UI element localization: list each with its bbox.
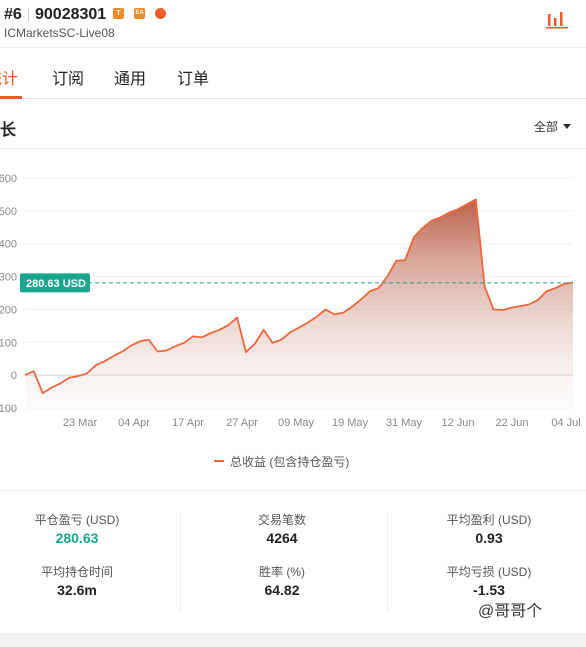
legend-swatch <box>214 460 224 462</box>
chevron-down-icon <box>563 124 572 129</box>
watermark: @哥哥个 <box>478 603 543 620</box>
y-tick-label: 500 <box>0 206 17 218</box>
chart-toggle-icon[interactable] <box>545 10 569 30</box>
y-tick-label: 400 <box>0 239 17 251</box>
growth-chart: 600 500 400 300 200 100 0 -100 23 Mar 04 Apr 17 A… <box>0 173 581 429</box>
footer-bar <box>0 633 586 647</box>
x-tick-label: 19 May <box>332 417 369 429</box>
stat-label-trades: 交易笔数 <box>257 513 306 527</box>
x-tick-label: 12 Jun <box>441 417 474 429</box>
x-tick-label: 09 May <box>278 417 315 429</box>
trader-badge-icon: T <box>113 8 124 19</box>
y-tick-label: 0 <box>11 370 17 382</box>
stat-label-avg-hold: 平均持仓时间 <box>40 565 113 579</box>
stat-value-avg-profit: 0.93 <box>475 530 503 546</box>
x-axis: 23 Mar 04 Apr 17 Apr 27 Apr 09 May 19 May 31 M… <box>63 417 581 429</box>
stats-divider <box>180 513 181 613</box>
tab-bar: 统计 订阅 通用 订单 <box>0 48 586 99</box>
chart-legend: 总收益 (包含持仓盈亏) <box>214 453 349 470</box>
x-tick-label: 31 May <box>386 417 423 429</box>
stats-divider <box>387 513 388 613</box>
legend-label: 总收益 (包含持仓盈亏) <box>230 455 350 469</box>
account-header: #6 90028301 T EA ICMarketsSC-Live08 <box>0 0 586 48</box>
stat-label-avg-profit: 平均盈利 (USD) <box>446 513 532 527</box>
account-number: 90028301 <box>35 6 107 23</box>
current-value-tag: 280.63 USD <box>20 273 90 293</box>
range-filter-label: 全部 <box>534 120 559 134</box>
x-tick-label: 04 Apr <box>118 417 150 429</box>
stat-value-avg-hold: 32.6m <box>57 582 97 598</box>
current-value-label: 280.63 USD <box>26 278 86 290</box>
range-filter-dropdown[interactable]: 全部 <box>534 118 572 135</box>
header-divider <box>28 8 29 22</box>
fire-badge-icon <box>155 8 166 19</box>
y-tick-label: 600 <box>0 173 17 185</box>
x-tick-label: 04 Jul <box>551 417 580 429</box>
stat-value-win-rate: 64.82 <box>264 582 300 598</box>
stat-value-trades: 4264 <box>266 530 298 546</box>
x-tick-label: 27 Apr <box>226 417 258 429</box>
x-tick-label: 17 Apr <box>172 417 204 429</box>
stat-value-avg-loss: -1.53 <box>473 582 505 598</box>
y-axis: 600 500 400 300 200 100 0 -100 <box>0 173 17 415</box>
tab-subscriptions[interactable]: 订阅 <box>52 65 84 89</box>
tab-statistics[interactable]: 统计 <box>0 65 18 89</box>
server-name: ICMarketsSC-Live08 <box>4 26 115 40</box>
y-tick-label: 200 <box>0 304 17 316</box>
y-tick-label: 300 <box>0 272 17 284</box>
y-tick-label: -100 <box>0 403 17 415</box>
section-divider <box>0 148 586 149</box>
x-tick-label: 22 Jun <box>495 417 528 429</box>
stat-label-avg-loss: 平均亏损 (USD) <box>446 565 532 579</box>
x-tick-label: 23 Mar <box>63 417 98 429</box>
tab-orders[interactable]: 订单 <box>177 65 209 89</box>
section-title: 成长 <box>0 122 17 139</box>
stat-value-closed-pnl: 280.63 <box>55 530 99 546</box>
rank-label: #6 <box>4 6 22 23</box>
active-tab-indicator <box>0 96 22 99</box>
tab-general[interactable]: 通用 <box>114 65 146 89</box>
ea-badge-icon: EA <box>134 8 145 19</box>
y-tick-label: 100 <box>0 337 17 349</box>
stat-label-closed-pnl: 平仓盈亏 (USD) <box>34 513 120 527</box>
stat-label-win-rate: 胜率 (%) <box>259 565 305 579</box>
